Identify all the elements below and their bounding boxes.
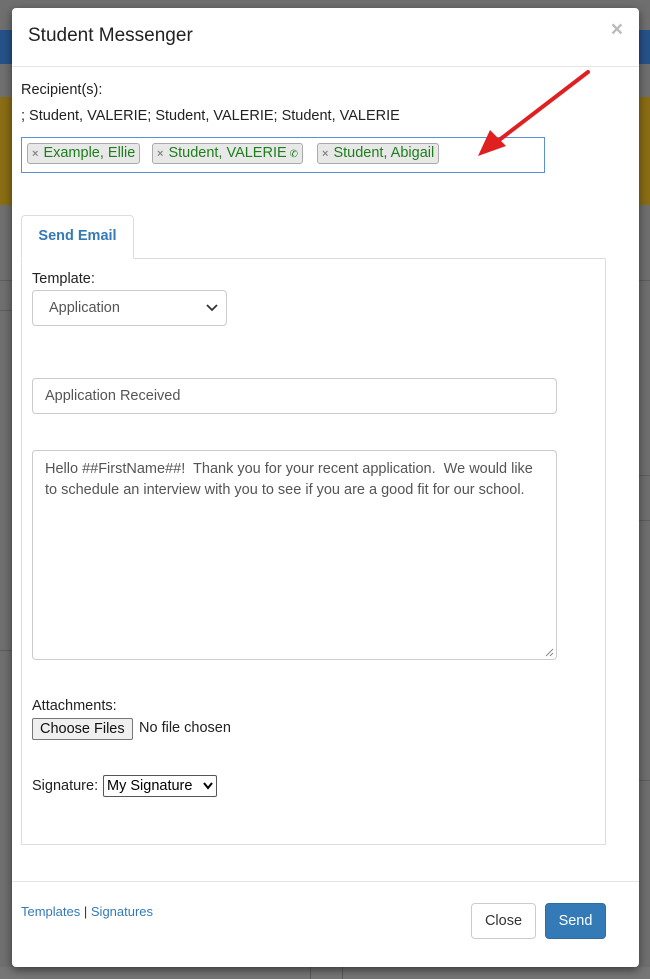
signature-select-value: My Signature (107, 778, 193, 794)
background-divider (310, 967, 311, 979)
recipient-tag[interactable]: × Student, VALERIE ✆ (152, 143, 304, 164)
close-button[interactable]: Close (471, 903, 536, 939)
remove-tag-icon[interactable]: × (322, 148, 328, 160)
modal-title: Student Messenger (28, 25, 193, 46)
signatures-link[interactable]: Signatures (91, 904, 153, 919)
choose-files-button[interactable]: Choose Files (32, 718, 133, 740)
recipients-label: Recipient(s): (21, 82, 103, 98)
background-divider (0, 650, 12, 651)
chevron-down-icon (206, 291, 218, 338)
template-label: Template: (32, 271, 95, 287)
recipient-tag-label: Student, VALERIE (168, 145, 287, 161)
templates-link[interactable]: Templates (21, 904, 80, 919)
background-divider (638, 780, 650, 781)
subject-input[interactable]: Application Received (32, 378, 557, 414)
background-bottom-strip (0, 967, 650, 979)
tab-send-email[interactable]: Send Email (21, 215, 134, 259)
background-divider (638, 475, 650, 476)
send-button[interactable]: Send (545, 903, 606, 939)
background-divider (342, 967, 343, 979)
message-body-text: Hello ##FirstName##! Thank you for your … (45, 461, 537, 498)
background-divider (638, 520, 650, 521)
modal-header: Student Messenger × (12, 8, 639, 67)
resize-grip-icon[interactable] (545, 648, 554, 657)
phone-icon: ✆ (289, 149, 299, 160)
remove-tag-icon[interactable]: × (157, 148, 163, 160)
template-select[interactable]: Application (32, 290, 227, 326)
background-alert-fragment (0, 97, 12, 205)
background-header-fragment (0, 30, 12, 64)
remove-tag-icon[interactable]: × (32, 148, 38, 160)
no-file-chosen-text: No file chosen (139, 720, 231, 736)
background-divider (0, 310, 12, 311)
annotation-arrow-icon (478, 70, 590, 156)
close-icon[interactable]: × (611, 18, 623, 42)
background-divider (638, 280, 650, 281)
recipient-tag[interactable]: × Example, Ellie (27, 143, 141, 164)
recipients-summary: ; Student, VALERIE; Student, VALERIE; St… (21, 108, 400, 124)
chevron-down-icon (203, 776, 213, 803)
recipient-tag[interactable]: × Student, Abigail (317, 143, 440, 164)
signature-select[interactable]: My Signature (103, 775, 217, 797)
link-separator: | (83, 904, 88, 919)
footer-links: Templates | Signatures (21, 904, 153, 919)
recipient-tag-label: Student, Abigail (333, 145, 435, 161)
message-body-textarea[interactable]: Hello ##FirstName##! Thank you for your … (32, 450, 557, 660)
template-select-value: Application (49, 300, 120, 316)
tab-join (22, 258, 133, 260)
background-alert-fragment-right (638, 97, 650, 205)
recipient-tag-label: Example, Ellie (43, 145, 136, 161)
background-divider (0, 280, 12, 281)
signature-label: Signature: (32, 778, 99, 794)
background-header-fragment-right (638, 30, 650, 64)
attachments-label: Attachments: (32, 698, 117, 714)
